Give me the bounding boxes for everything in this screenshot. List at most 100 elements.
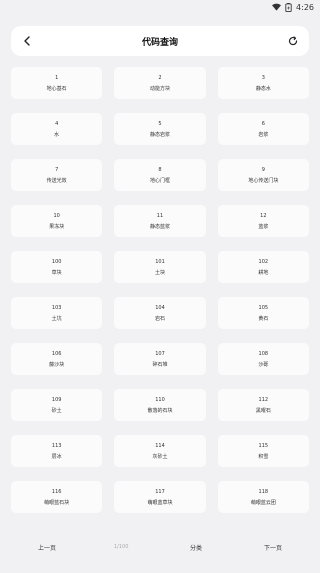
item-name: 岩石 bbox=[154, 315, 165, 322]
chevron-left-icon bbox=[24, 36, 30, 46]
code-card[interactable]: 106 藤沙块 bbox=[11, 343, 103, 375]
item-name: 砂土 bbox=[51, 407, 62, 414]
code-card[interactable]: 115 积雪 bbox=[217, 435, 309, 467]
refresh-button[interactable] bbox=[285, 33, 301, 49]
code-card[interactable]: 103 土坑 bbox=[11, 297, 103, 329]
item-code: 108 bbox=[258, 350, 269, 357]
item-code: 102 bbox=[258, 258, 269, 265]
code-card[interactable]: 107 碎石堆 bbox=[114, 343, 206, 375]
page-title: 代码查询 bbox=[141, 37, 178, 48]
code-card[interactable]: 7 传送光效 bbox=[11, 159, 103, 191]
code-card[interactable]: 113 层冰 bbox=[11, 435, 103, 467]
status-time: 4:26 bbox=[296, 2, 314, 12]
refresh-icon bbox=[288, 36, 298, 46]
item-name: 动能方块 bbox=[149, 85, 170, 92]
code-card[interactable]: 102 耕地 bbox=[217, 251, 309, 283]
item-name: 萌眼蓝石块 bbox=[44, 499, 70, 506]
item-code: 110 bbox=[155, 396, 165, 403]
pager-bar: 上一页 1/100 分类 下一页 bbox=[0, 538, 320, 556]
item-code: 100 bbox=[51, 258, 62, 265]
battery-icon bbox=[285, 2, 292, 12]
item-name: 水 bbox=[54, 131, 60, 138]
item-code: 105 bbox=[258, 304, 269, 311]
item-name: 土块 bbox=[154, 269, 165, 276]
item-code: 101 bbox=[155, 258, 165, 265]
item-name: 沙砾 bbox=[258, 361, 269, 368]
item-code: 115 bbox=[258, 442, 269, 449]
item-name: 碎石堆 bbox=[152, 361, 168, 368]
code-card[interactable]: 105 黄石 bbox=[217, 297, 309, 329]
code-card[interactable]: 110 散落的石块 bbox=[114, 389, 206, 421]
item-name: 静态岩浆 bbox=[149, 131, 170, 138]
item-name: 散落的石块 bbox=[147, 407, 173, 414]
item-code: 9 bbox=[261, 166, 265, 173]
item-code: 2 bbox=[158, 74, 162, 81]
item-code: 112 bbox=[258, 396, 269, 403]
item-name: 萌眼蓝草块 bbox=[147, 499, 173, 506]
item-code: 106 bbox=[51, 350, 62, 357]
item-code: 118 bbox=[258, 488, 269, 495]
item-code: 116 bbox=[51, 488, 62, 495]
next-page-button[interactable]: 下一页 bbox=[264, 543, 282, 552]
code-card[interactable]: 2 动能方块 bbox=[114, 67, 206, 99]
prev-page-button[interactable]: 上一页 bbox=[38, 543, 56, 552]
item-name: 层冰 bbox=[51, 453, 62, 460]
code-card[interactable]: 12 蓝浆 bbox=[217, 205, 309, 237]
item-code: 7 bbox=[55, 166, 59, 173]
item-code: 3 bbox=[261, 74, 265, 81]
code-card[interactable]: 118 萌眼蓝云团 bbox=[217, 481, 309, 513]
item-code: 104 bbox=[155, 304, 165, 311]
code-card[interactable]: 109 砂土 bbox=[11, 389, 103, 421]
item-code: 117 bbox=[155, 488, 165, 495]
item-name: 草块 bbox=[51, 269, 62, 276]
item-name: 地心基石 bbox=[46, 85, 67, 92]
item-name: 灰砂土 bbox=[152, 453, 168, 460]
code-card[interactable]: 112 黑曜石 bbox=[217, 389, 309, 421]
item-name: 藤沙块 bbox=[49, 361, 65, 368]
app-header: 代码查询 bbox=[11, 26, 309, 56]
code-card[interactable]: 1 地心基石 bbox=[11, 67, 103, 99]
code-card[interactable]: 101 土块 bbox=[114, 251, 206, 283]
item-name: 果冻块 bbox=[49, 223, 65, 230]
item-name: 静态蓝浆 bbox=[149, 223, 170, 230]
item-code: 1 bbox=[55, 74, 59, 81]
code-card[interactable]: 8 地心门框 bbox=[114, 159, 206, 191]
code-card[interactable]: 104 岩石 bbox=[114, 297, 206, 329]
item-name: 黑曜石 bbox=[255, 407, 271, 414]
item-name: 静态水 bbox=[255, 85, 271, 92]
code-card[interactable]: 116 萌眼蓝石块 bbox=[11, 481, 103, 513]
code-card[interactable]: 114 灰砂土 bbox=[114, 435, 206, 467]
item-code: 10 bbox=[53, 212, 60, 219]
item-name: 地心传送门块 bbox=[248, 177, 279, 184]
code-card[interactable]: 4水 bbox=[11, 113, 103, 145]
item-code: 11 bbox=[156, 212, 164, 219]
item-code: 12 bbox=[260, 212, 267, 219]
item-code: 5 bbox=[158, 120, 162, 127]
item-code: 6 bbox=[261, 120, 265, 127]
item-code: 4 bbox=[55, 120, 59, 127]
page-indicator: 1/100 bbox=[114, 544, 129, 550]
item-name: 萌眼蓝云团 bbox=[250, 499, 276, 506]
code-card[interactable]: 100 草块 bbox=[11, 251, 103, 283]
item-code: 109 bbox=[51, 396, 62, 403]
wifi-icon bbox=[272, 3, 282, 11]
code-card[interactable]: 5 静态岩浆 bbox=[114, 113, 206, 145]
status-bar: 4:26 bbox=[0, 0, 320, 14]
item-code: 103 bbox=[51, 304, 62, 311]
code-card[interactable]: 11 静态蓝浆 bbox=[114, 205, 206, 237]
code-card[interactable]: 10 果冻块 bbox=[11, 205, 103, 237]
item-name: 蓝浆 bbox=[258, 223, 269, 230]
item-name: 土坑 bbox=[51, 315, 62, 322]
item-name: 地心门框 bbox=[149, 177, 170, 184]
back-button[interactable] bbox=[19, 33, 35, 49]
code-card[interactable]: 108 沙砾 bbox=[217, 343, 309, 375]
code-card[interactable]: 117 萌眼蓝草块 bbox=[114, 481, 206, 513]
code-card[interactable]: 3 静态水 bbox=[217, 67, 309, 99]
item-name: 岩浆 bbox=[258, 131, 269, 138]
category-button[interactable]: 分类 bbox=[190, 543, 202, 552]
item-code: 107 bbox=[155, 350, 165, 357]
item-code: 114 bbox=[155, 442, 165, 449]
code-card[interactable]: 9 地心传送门块 bbox=[217, 159, 309, 191]
code-card[interactable]: 6 岩浆 bbox=[217, 113, 309, 145]
item-name: 传送光效 bbox=[46, 177, 67, 184]
